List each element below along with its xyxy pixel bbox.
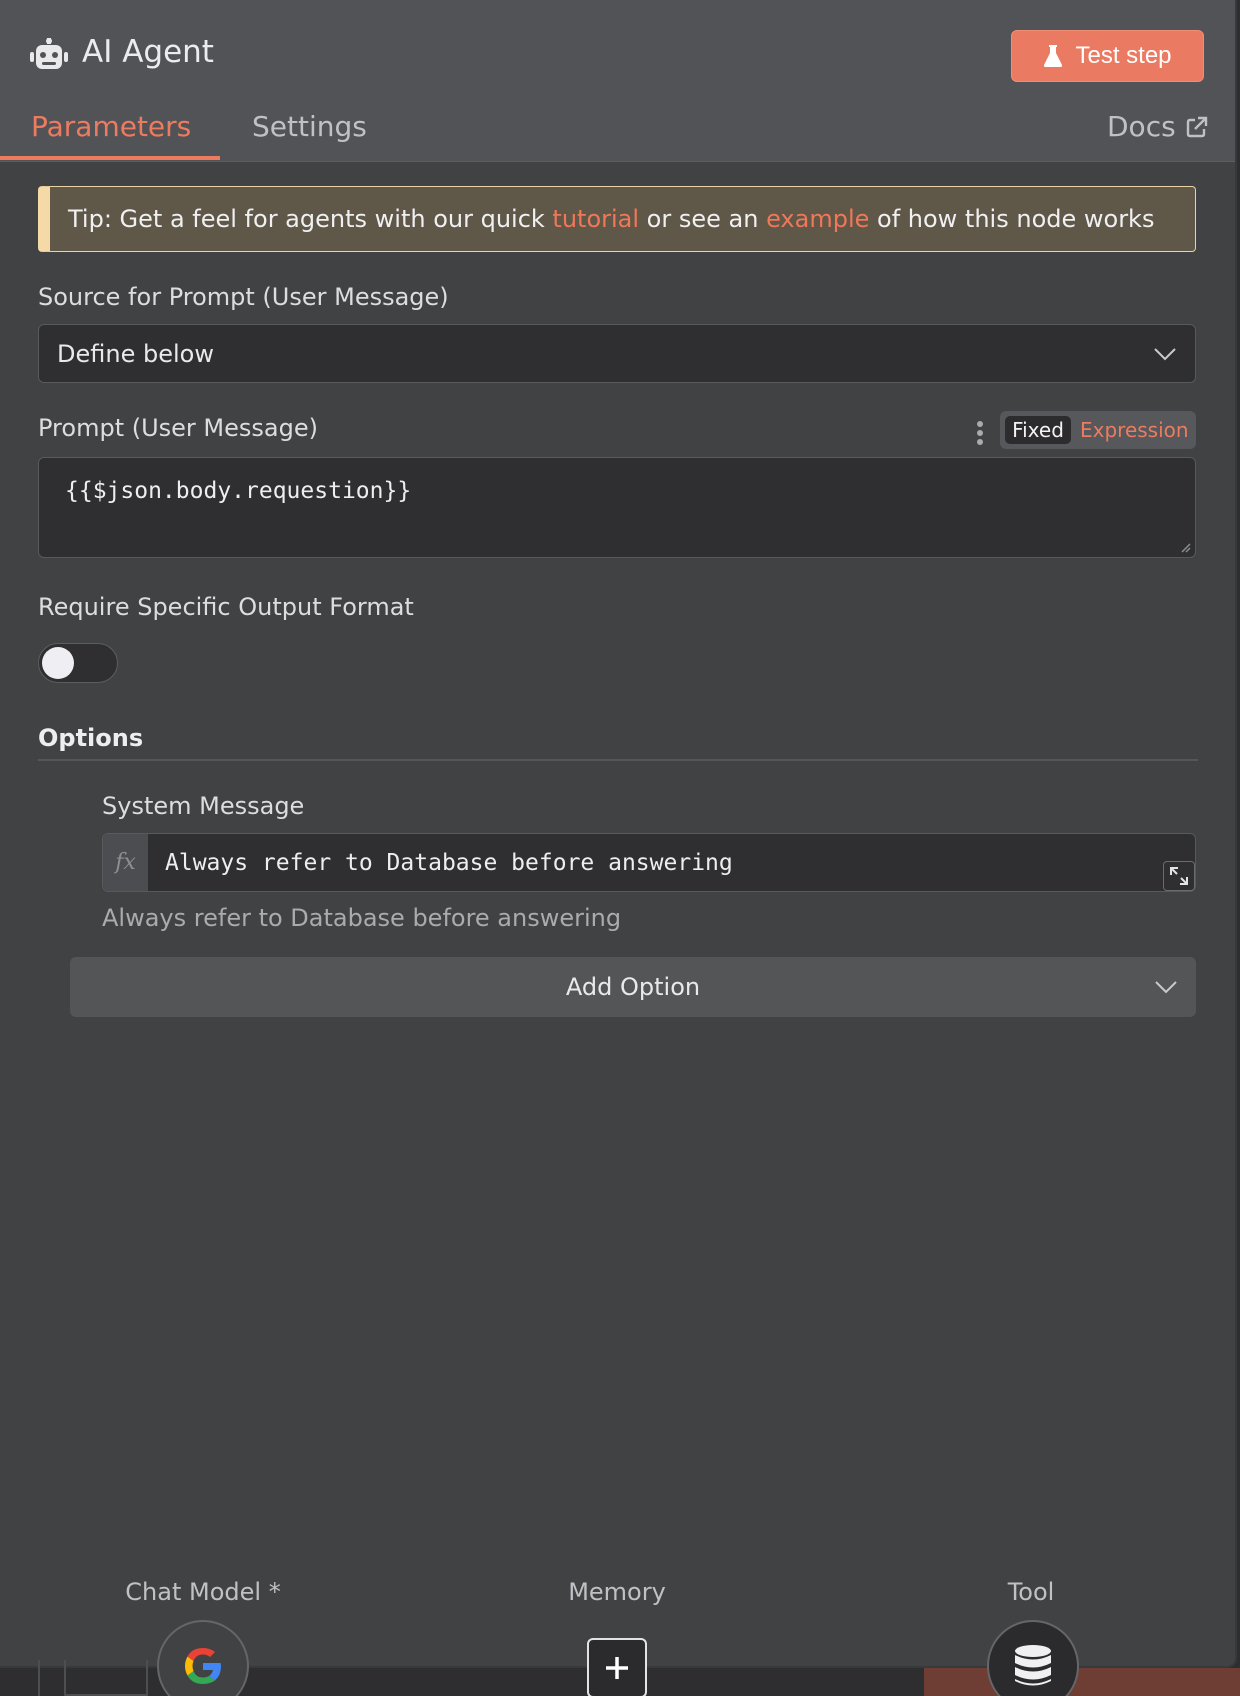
expand-icon [1170,867,1188,885]
options-divider [38,759,1198,761]
output-format-label: Require Specific Output Format [38,593,414,621]
system-message-label: System Message [102,792,305,820]
prompt-textarea[interactable]: {{$json.body.requestion}} [38,457,1196,558]
chevron-down-icon [1155,981,1177,994]
prompt-value: {{$json.body.requestion}} [65,478,412,504]
canvas-fragment [924,1668,1240,1696]
canvas-fragment [64,1660,148,1696]
example-link[interactable]: example [766,205,869,233]
fixed-expression-toggle: Fixed Expression [1000,411,1196,449]
system-message-input[interactable]: fx Always refer to Database before answe… [102,833,1196,892]
prompt-label: Prompt (User Message) [38,414,318,442]
add-option-button[interactable]: Add Option [70,957,1196,1017]
chat-model-label: Chat Model * [125,1578,281,1606]
output-format-switch[interactable] [38,643,118,683]
docs-label: Docs [1107,110,1176,143]
tool-label: Tool [1007,1578,1055,1606]
more-options-icon[interactable] [974,419,986,447]
add-option-label: Add Option [565,973,701,1001]
memory-label: Memory [568,1578,666,1606]
system-message-hint: Always refer to Database before answerin… [102,904,622,932]
docs-link[interactable]: Docs [1107,110,1208,143]
tip-suffix: of how this node works [869,205,1155,233]
options-heading: Options [38,724,144,752]
tip-middle: or see an [639,205,767,233]
active-tab-indicator [0,156,220,160]
test-step-button[interactable]: Test step [1011,30,1204,82]
node-details-panel: AI Agent Test step Parameters Settings D… [0,0,1237,1668]
tutorial-link[interactable]: tutorial [552,205,639,233]
expand-editor-button[interactable] [1163,861,1195,891]
tip-prefix: Tip: Get a feel for agents with our quic… [68,205,553,233]
external-link-icon [1186,116,1207,137]
resize-handle-icon[interactable] [1179,541,1191,553]
database-icon [1015,1645,1051,1686]
test-step-label: Test step [1075,42,1172,69]
flask-icon [1044,45,1063,67]
source-prompt-select[interactable]: Define below [38,324,1196,383]
google-icon [185,1648,221,1684]
expression-fx-icon: fx [103,834,148,891]
fixed-mode-button[interactable]: Fixed [1005,416,1071,444]
chevron-down-icon [1154,347,1176,360]
add-memory-button[interactable] [587,1638,647,1696]
tab-parameters[interactable]: Parameters [31,110,191,143]
robot-icon [30,38,68,69]
node-title: AI Agent [82,34,214,70]
switch-knob [42,647,74,679]
source-prompt-label: Source for Prompt (User Message) [38,283,449,311]
tab-settings[interactable]: Settings [252,110,367,143]
source-prompt-value: Define below [57,339,214,368]
plus-icon [606,1657,628,1679]
panel-header: AI Agent Test step Parameters Settings D… [0,0,1235,162]
canvas-fragment [0,1660,40,1696]
system-message-value: Always refer to Database before answerin… [165,849,733,876]
expression-mode-button[interactable]: Expression [1080,416,1189,444]
tip-callout: Tip: Get a feel for agents with our quic… [38,186,1196,252]
